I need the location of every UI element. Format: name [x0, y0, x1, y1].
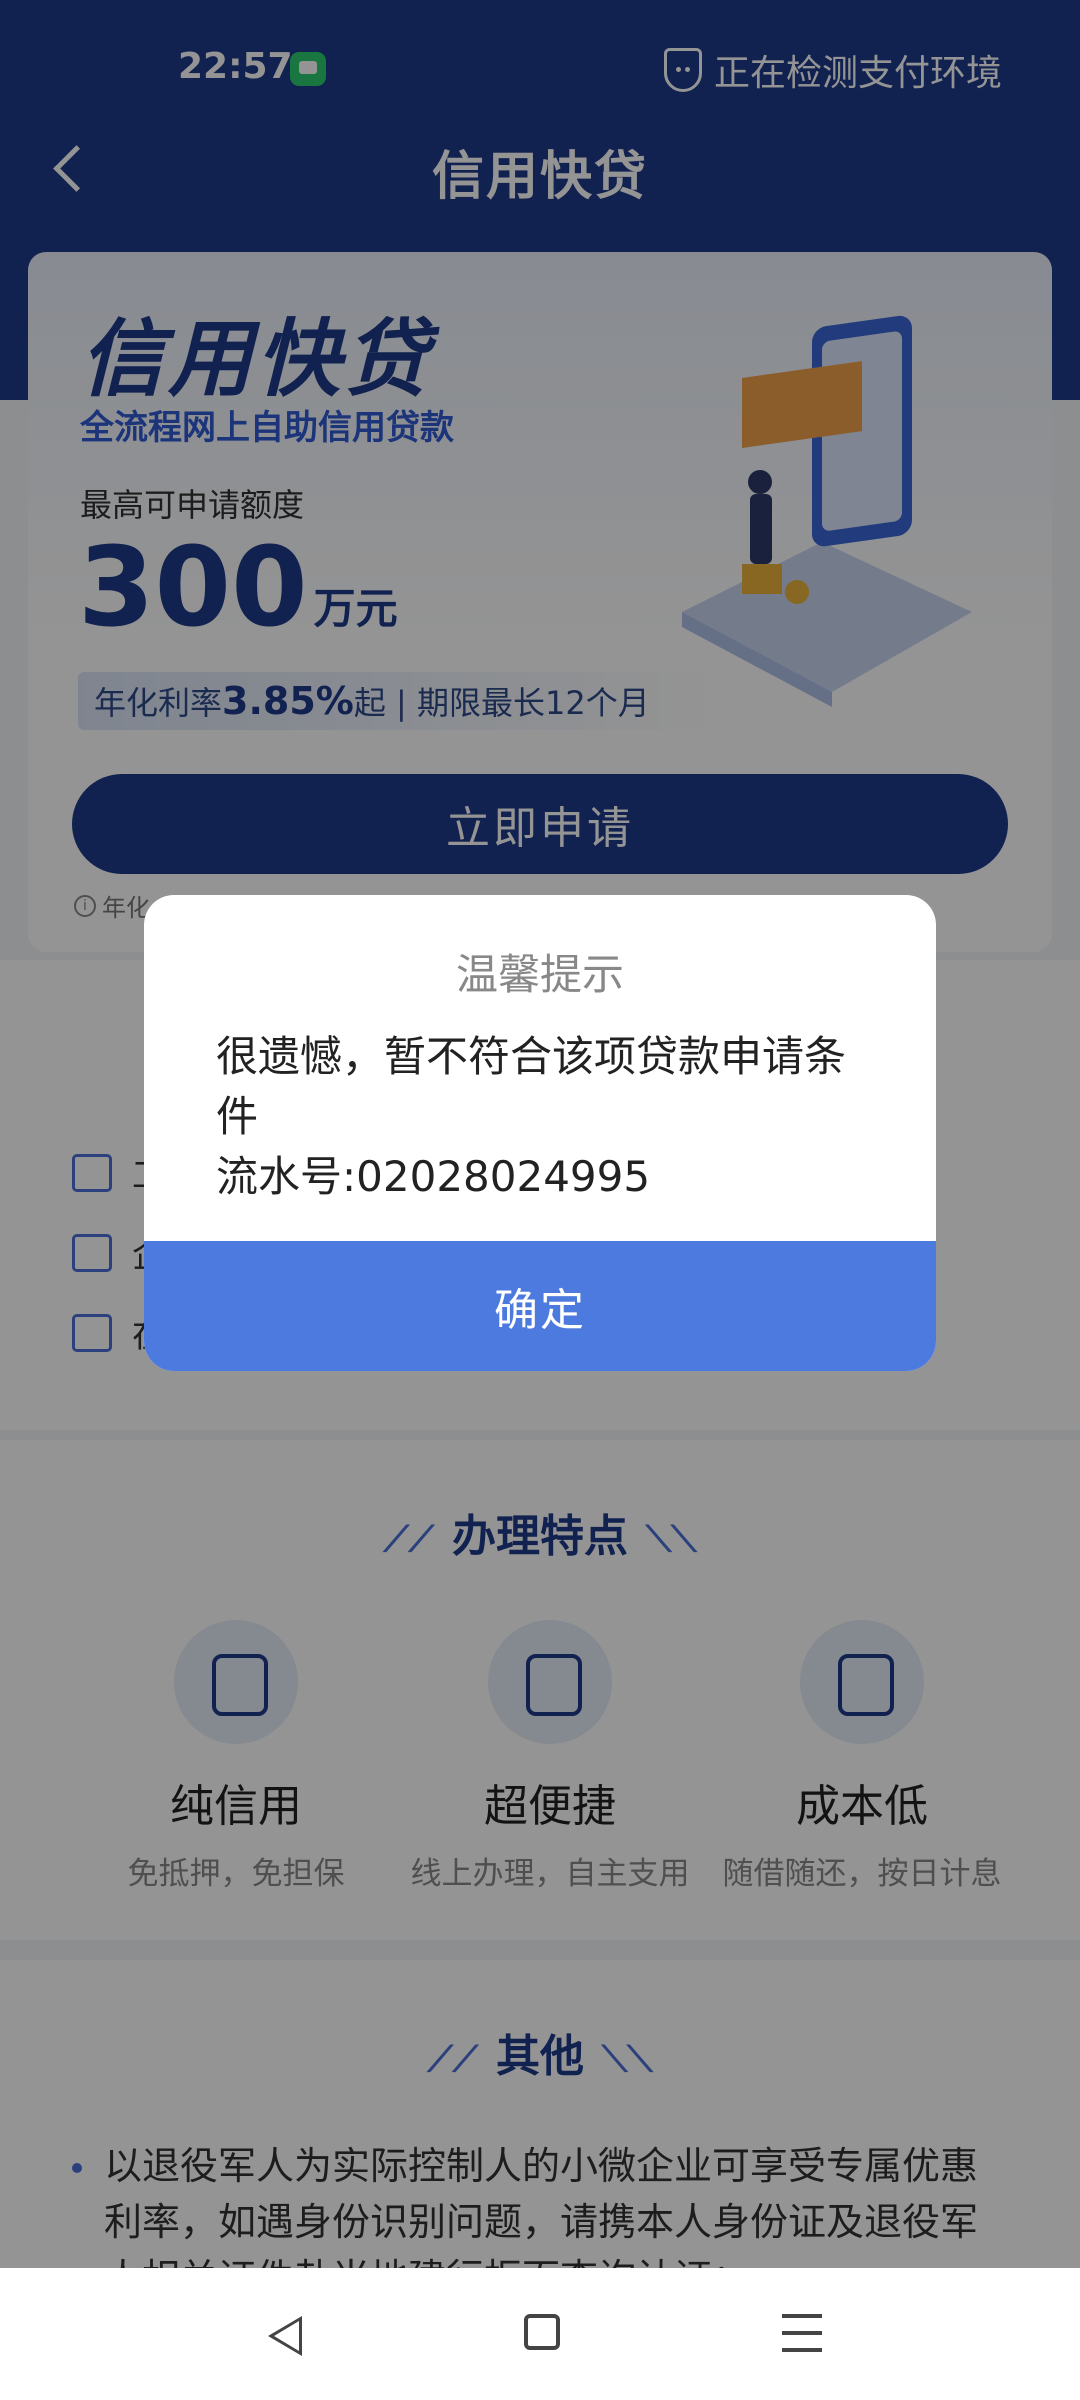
confirm-button[interactable]: 确定 [144, 1241, 936, 1371]
dialog-title: 温馨提示 [455, 950, 624, 999]
nav-menu-icon[interactable] [782, 2314, 822, 2352]
nav-back-icon[interactable] [268, 2316, 302, 2356]
serial-number: 02028024995 [356, 1152, 651, 1201]
dialog-message-line: 很遗憾，暂不符合该项贷款申请条件 [216, 1032, 847, 1141]
system-nav-bar [0, 2268, 1080, 2400]
nav-home-icon[interactable] [524, 2314, 560, 2350]
dialog-serial: 流水号:02028024995 [216, 1152, 651, 1201]
dialog-message: 很遗憾，暂不符合该项贷款申请条件 流水号:02028024995 [216, 1027, 876, 1207]
alert-dialog: 温馨提示 很遗憾，暂不符合该项贷款申请条件 流水号:02028024995 确定 [144, 895, 936, 1371]
